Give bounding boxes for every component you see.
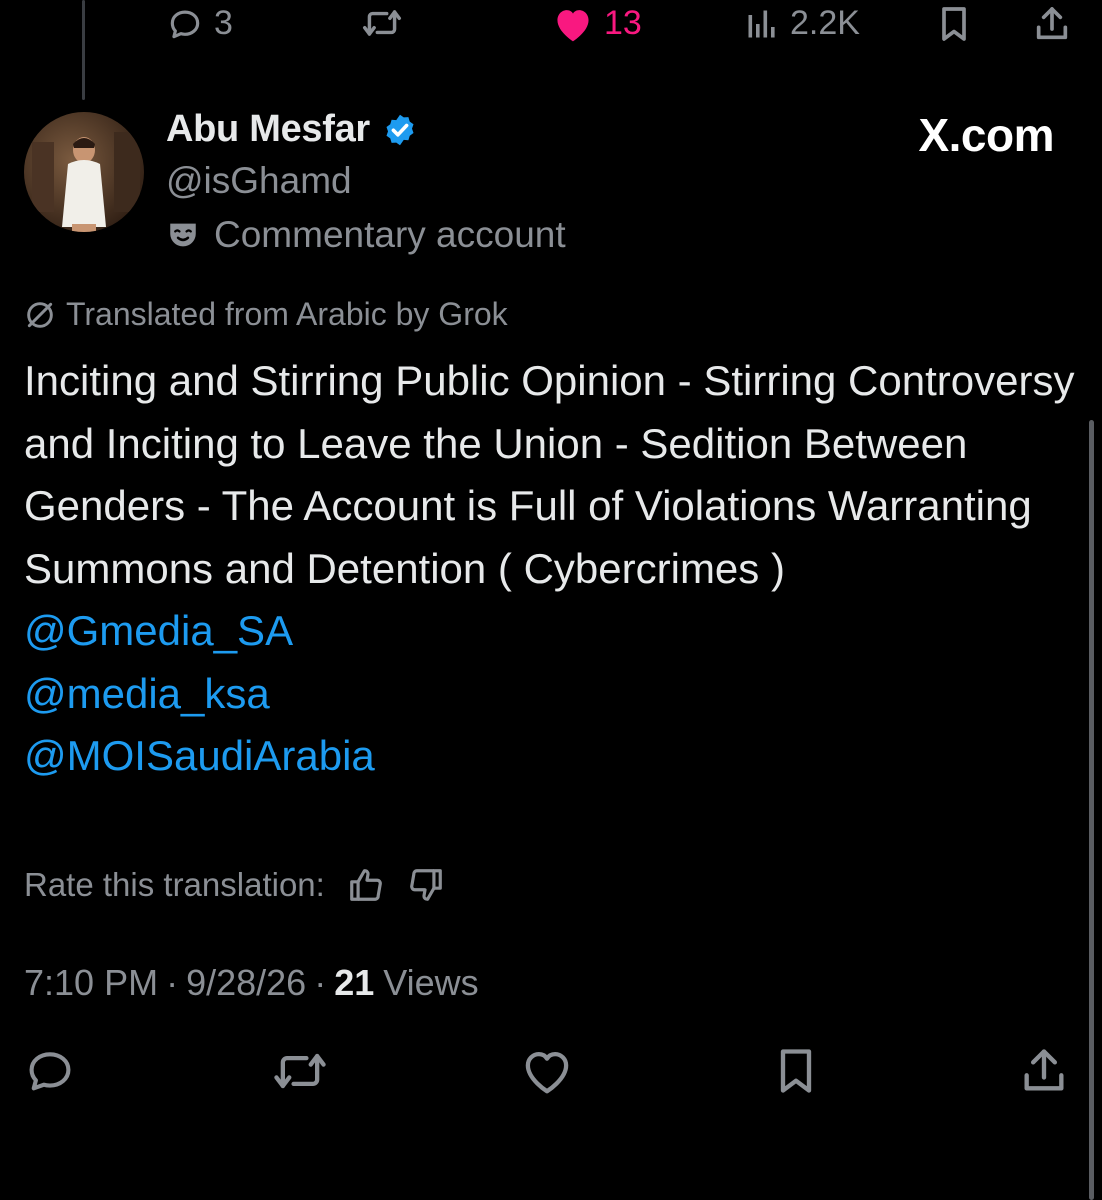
tweet-body: Inciting and Stirring Public Opinion - S… bbox=[24, 350, 1084, 788]
bookmark-icon bbox=[934, 4, 974, 44]
heart-filled-icon bbox=[552, 5, 594, 43]
author-name[interactable]: Abu Mesfar bbox=[166, 108, 370, 151]
tweet-date[interactable]: 9/28/26 bbox=[186, 962, 306, 1004]
bookmark-icon bbox=[770, 1045, 822, 1097]
views-count-top: 2.2K bbox=[790, 4, 860, 42]
bookmark-button-top[interactable] bbox=[934, 4, 974, 44]
reply-count: 3 bbox=[214, 4, 233, 42]
repost-icon bbox=[270, 1045, 330, 1097]
like-button[interactable] bbox=[520, 1045, 574, 1097]
author-handle[interactable]: @isGhamd bbox=[166, 160, 352, 202]
avatar-photo bbox=[24, 112, 144, 232]
verified-badge-icon bbox=[382, 112, 418, 148]
translation-note: Translated from Arabic by Grok bbox=[24, 296, 508, 333]
account-label: Commentary account bbox=[166, 214, 566, 256]
repost-stat[interactable] bbox=[360, 4, 404, 42]
repost-icon bbox=[360, 4, 404, 42]
scrollbar[interactable] bbox=[1089, 420, 1094, 1200]
mention-link[interactable]: @MOISaudiArabia bbox=[24, 725, 1084, 788]
rate-translation-label: Rate this translation: bbox=[24, 866, 325, 903]
meta-separator: · bbox=[166, 962, 179, 1003]
like-count: 13 bbox=[604, 4, 642, 42]
share-button[interactable] bbox=[1018, 1045, 1070, 1097]
tweet-meta: 7:10 PM · 9/28/26 · 21 Views bbox=[24, 962, 479, 1004]
heart-icon bbox=[520, 1045, 574, 1097]
theater-mask-icon bbox=[166, 218, 200, 252]
author-name-row[interactable]: Abu Mesfar bbox=[166, 108, 418, 151]
analytics-bars-icon bbox=[744, 5, 780, 43]
brand-watermark: X.com bbox=[918, 109, 1054, 161]
thread-connector-line bbox=[82, 0, 85, 100]
tweet-time[interactable]: 7:10 PM bbox=[24, 962, 158, 1004]
reply-icon bbox=[166, 5, 204, 43]
reply-stat[interactable]: 3 bbox=[166, 4, 233, 43]
views-stat[interactable]: 2.2K bbox=[744, 4, 860, 43]
share-button-top[interactable] bbox=[1032, 4, 1072, 44]
reply-icon bbox=[24, 1045, 76, 1097]
views-label[interactable]: Views bbox=[383, 962, 478, 1004]
mention-link[interactable]: @media_ksa bbox=[24, 663, 1084, 726]
like-stat[interactable]: 13 bbox=[552, 4, 642, 43]
meta-separator: · bbox=[314, 962, 327, 1003]
avatar[interactable] bbox=[24, 112, 144, 232]
repost-button[interactable] bbox=[270, 1045, 330, 1097]
account-label-text: Commentary account bbox=[214, 214, 566, 255]
views-count[interactable]: 21 bbox=[334, 962, 374, 1004]
thumbs-down-icon[interactable] bbox=[407, 866, 445, 904]
reply-button[interactable] bbox=[24, 1045, 76, 1097]
rate-translation-row: Rate this translation: bbox=[24, 866, 445, 904]
thumbs-up-icon[interactable] bbox=[347, 866, 385, 904]
tweet-text: Inciting and Stirring Public Opinion - S… bbox=[24, 357, 1075, 592]
mention-link[interactable]: @Gmedia_SA bbox=[24, 600, 1084, 663]
share-icon bbox=[1018, 1045, 1070, 1097]
translation-note-text: Translated from Arabic by Grok bbox=[66, 296, 508, 332]
bookmark-button[interactable] bbox=[770, 1045, 822, 1097]
grok-slash-icon bbox=[24, 299, 56, 331]
share-icon bbox=[1032, 4, 1072, 44]
